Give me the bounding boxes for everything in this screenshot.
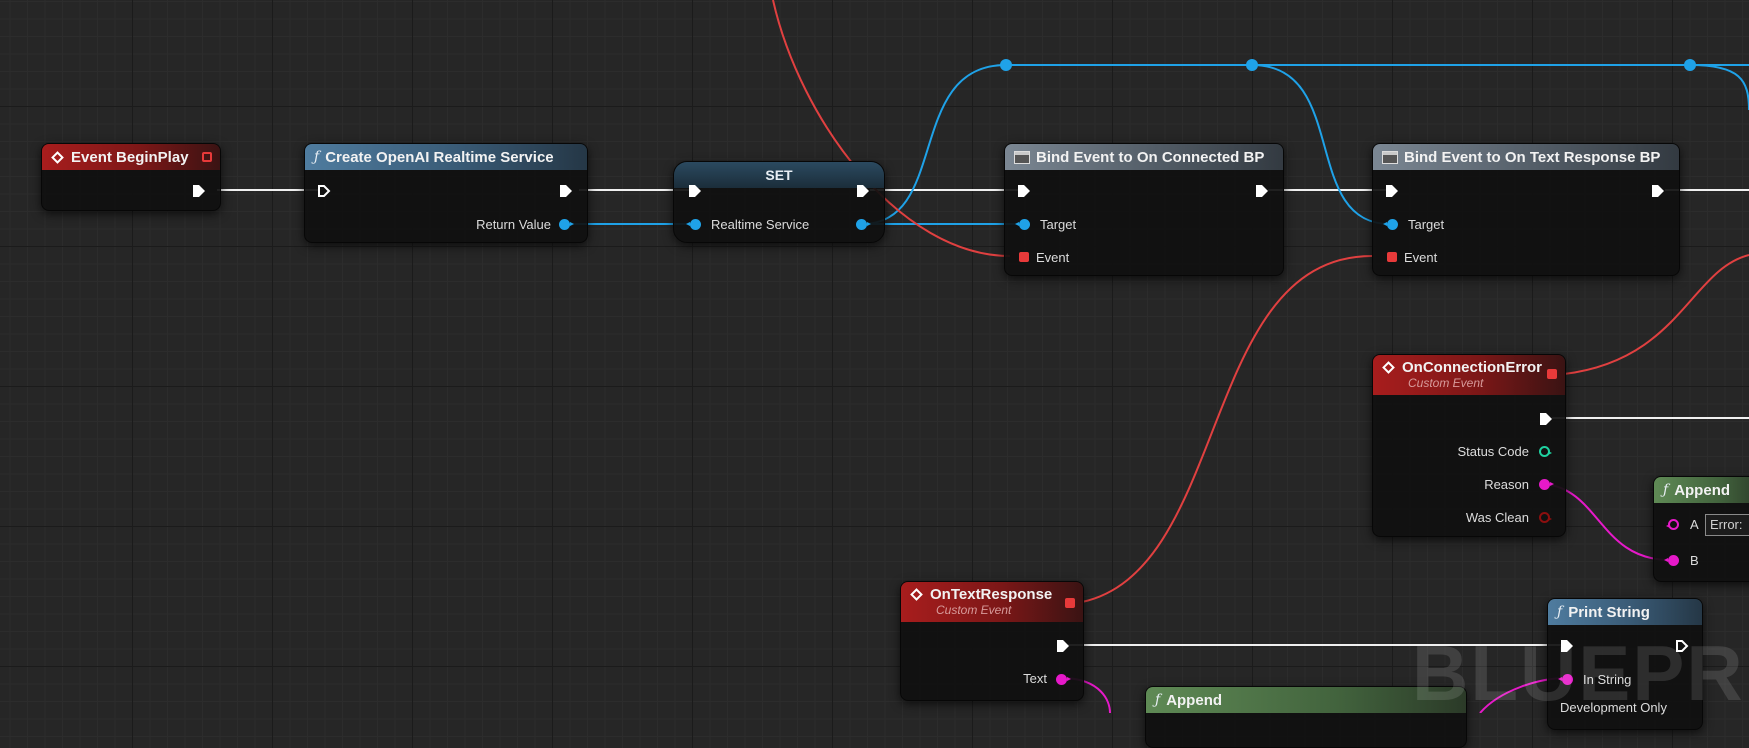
- node-title: Append: [1674, 481, 1731, 499]
- string-in-pin[interactable]: [1664, 555, 1679, 566]
- exec-out-pin[interactable]: [1255, 184, 1269, 198]
- event-diamond-icon: [51, 150, 64, 164]
- string-in-pin[interactable]: [1666, 519, 1679, 530]
- node-header: OnConnectionError Custom Event: [1373, 355, 1565, 395]
- node-subtitle: Custom Event: [936, 603, 1012, 617]
- reroute-knot: [1684, 59, 1696, 71]
- delegate-in-pin[interactable]: [1019, 252, 1029, 262]
- delegate-square-icon[interactable]: [202, 152, 212, 162]
- pin-label-target: Target: [1040, 217, 1077, 232]
- exec-out-pin[interactable]: [856, 184, 870, 198]
- object-in-pin[interactable]: [1015, 219, 1030, 230]
- node-title: Bind Event to On Text Response BP: [1404, 148, 1661, 166]
- delegate-in-pin[interactable]: [1387, 252, 1397, 262]
- reroute-knot: [1246, 59, 1258, 71]
- exec-out-pin[interactable]: [1539, 412, 1553, 426]
- bind-event-on-connected-node[interactable]: Bind Event to On Connected BP Target Eve…: [1004, 143, 1284, 276]
- string-out-pin[interactable]: [1056, 674, 1071, 685]
- node-header: ƒ Create OpenAI Realtime Service: [305, 144, 587, 170]
- object-in-pin[interactable]: [686, 219, 701, 230]
- exec-out-pin[interactable]: [192, 184, 206, 198]
- event-beginplay-node[interactable]: Event BeginPlay: [41, 143, 221, 211]
- pin-label-status-code: Status Code: [1457, 444, 1529, 459]
- bind-event-on-text-response-node[interactable]: Bind Event to On Text Response BP Target…: [1372, 143, 1680, 276]
- node-title: OnConnectionError: [1402, 359, 1543, 376]
- integer-out-pin[interactable]: [1539, 446, 1552, 457]
- on-text-response-node[interactable]: OnTextResponse Custom Event Text: [900, 581, 1084, 701]
- pin-label-text: Text: [1023, 671, 1047, 686]
- node-header: ƒ Print String: [1548, 599, 1702, 625]
- on-connection-error-node[interactable]: OnConnectionError Custom Event Status Co…: [1372, 354, 1566, 537]
- string-out-pin[interactable]: [1539, 479, 1554, 490]
- append-error-node[interactable]: ƒ Append A Error: B: [1653, 476, 1749, 582]
- event-diamond-icon: [910, 588, 923, 601]
- node-title: Create OpenAI Realtime Service: [325, 148, 554, 166]
- object-out-pin[interactable]: [856, 219, 871, 230]
- boolean-out-pin[interactable]: [1539, 512, 1552, 523]
- pin-label-event: Event: [1404, 250, 1438, 265]
- pin-label-was-clean: Was Clean: [1465, 510, 1529, 525]
- node-header: Bind Event to On Connected BP: [1005, 144, 1283, 170]
- node-subtitle: Custom Event: [1408, 376, 1484, 390]
- exec-out-pin[interactable]: [1651, 184, 1665, 198]
- create-openai-realtime-service-node[interactable]: ƒ Create OpenAI Realtime Service Return …: [304, 143, 588, 243]
- node-header: SET: [674, 162, 884, 188]
- exec-out-pin[interactable]: [1056, 639, 1070, 653]
- blueprint-watermark: BLUEPRINT: [1412, 629, 1749, 717]
- node-header: ƒ Append: [1654, 477, 1749, 503]
- function-f-icon: ƒ: [314, 149, 320, 165]
- node-title: Append: [1166, 691, 1223, 709]
- node-header: Event BeginPlay: [42, 144, 220, 170]
- object-out-pin[interactable]: [559, 219, 574, 230]
- function-f-icon: ƒ: [1557, 604, 1563, 620]
- node-title: Event BeginPlay: [71, 148, 189, 166]
- append-a-input[interactable]: Error:: [1705, 514, 1749, 536]
- node-title: Bind Event to On Connected BP: [1036, 148, 1265, 166]
- node-header: Bind Event to On Text Response BP: [1373, 144, 1679, 170]
- pin-label-return-value: Return Value: [476, 217, 551, 232]
- delegate-out-pin[interactable]: [1547, 369, 1557, 379]
- exec-in-pin[interactable]: [688, 184, 702, 198]
- function-f-icon: ƒ: [1155, 692, 1161, 708]
- pin-label-b: B: [1690, 553, 1699, 568]
- pin-label-event: Event: [1036, 250, 1070, 265]
- bind-event-icon: [1382, 150, 1398, 164]
- object-in-pin[interactable]: [1383, 219, 1398, 230]
- exec-out-pin[interactable]: [559, 184, 573, 198]
- function-f-icon: ƒ: [1663, 482, 1669, 498]
- event-diamond-icon: [1382, 361, 1395, 374]
- pin-label-a: A: [1690, 517, 1699, 532]
- node-title: SET: [765, 167, 793, 183]
- exec-in-pin[interactable]: [1017, 184, 1031, 198]
- node-header: OnTextResponse Custom Event: [901, 582, 1083, 622]
- node-title: Print String: [1568, 603, 1650, 621]
- pin-label-target: Target: [1408, 217, 1445, 232]
- pin-label-reason: Reason: [1484, 477, 1529, 492]
- pin-label-realtime-service: Realtime Service: [711, 217, 810, 232]
- delegate-out-pin[interactable]: [1065, 598, 1075, 608]
- bind-event-icon: [1014, 150, 1030, 164]
- node-title: OnTextResponse: [930, 586, 1053, 603]
- set-variable-node[interactable]: SET Realtime Service: [673, 161, 885, 243]
- delegate-wire: [1081, 255, 1373, 603]
- exec-in-pin[interactable]: [1385, 184, 1399, 198]
- object-wire: [1689, 64, 1749, 111]
- reroute-knot: [1000, 59, 1012, 71]
- exec-in-pin[interactable]: [317, 184, 331, 198]
